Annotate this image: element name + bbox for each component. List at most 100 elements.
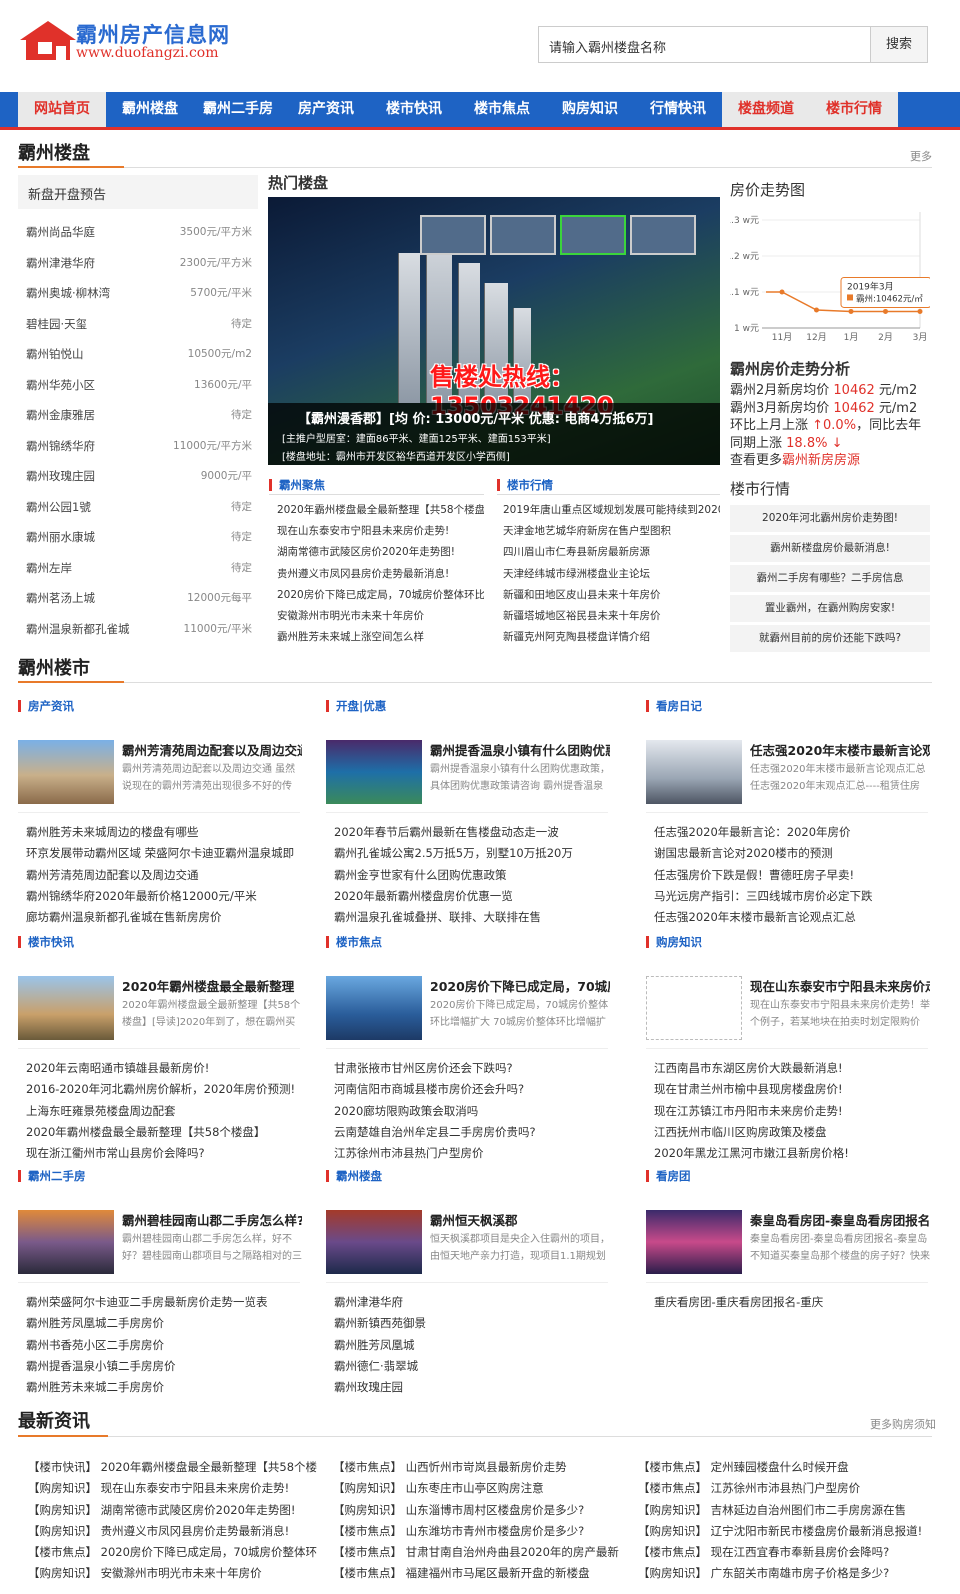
tab-focus[interactable]: 霸州聚焦 xyxy=(269,479,325,491)
latest-item[interactable]: 【楼市焦点】 山东潍坊市青州市楼盘房价是多少? xyxy=(333,1521,638,1542)
list-item[interactable]: 现在浙江衢州市常山县房价会降吗? xyxy=(26,1143,306,1164)
slide-thumb[interactable] xyxy=(490,215,556,255)
more-listings-link[interactable]: 霸州新房房源 xyxy=(782,453,860,468)
list-item[interactable]: 2020年霸州楼盘最全最新整理【共58个楼盘】 xyxy=(277,500,484,521)
latest-item[interactable]: 【购房知识】 安徽滁州市明光市未来十年房价 xyxy=(28,1563,333,1584)
list-item[interactable]: 甘肃张掖市甘州区房价还会下跌吗? xyxy=(334,1058,614,1079)
block-tab[interactable]: 楼市焦点 xyxy=(326,936,382,948)
list-item[interactable]: 2016-2020年河北霸州房价解析，2020年房价预测! xyxy=(26,1079,306,1100)
list-item[interactable]: 现在江苏镇江市丹阳市未来房价走势! xyxy=(654,1101,934,1122)
presale-item[interactable]: 霸州铂悦山 10500元/m2 xyxy=(18,339,258,370)
block-thumbnail[interactable] xyxy=(18,740,114,804)
list-item[interactable]: 马光远房产指引：三四线城市房价必定下跌 xyxy=(654,886,934,907)
list-item[interactable]: 2020年云南昭通市镇雄县最新房价! xyxy=(26,1058,306,1079)
list-item[interactable]: 霸州芳清苑周边配套以及周边交通 xyxy=(26,865,306,886)
block-headline[interactable]: 霸州恒天枫溪郡 xyxy=(430,1210,610,1229)
latest-item[interactable]: 【楼市焦点】 福建福州市马尾区最新开盘的新楼盘 xyxy=(333,1563,638,1584)
latest-item[interactable]: 【楼市焦点】 江苏徐州市沛县热门户型房价 xyxy=(638,1478,934,1499)
list-item[interactable]: 2020廊坊限购政策会取消吗 xyxy=(334,1101,614,1122)
list-item[interactable]: 新疆和田地区皮山县未来十年房价 xyxy=(503,585,720,606)
list-item[interactable]: 廊坊霸州温泉新都孔雀城在售新房房价 xyxy=(26,907,306,928)
list-item[interactable]: 置业霸州，在霸州购房安家! xyxy=(730,595,930,622)
latest-item[interactable]: 【楼市焦点】 2020房价下降已成定局，70城房价整体环 xyxy=(28,1542,333,1563)
list-item[interactable]: 霸州金亨世家有什么团购优惠政策 xyxy=(334,865,614,886)
list-item[interactable]: 霸州锦绣华府2020年最新价格12000元/平米 xyxy=(26,886,306,907)
presale-item[interactable]: 霸州尚品华庭 3500元/平方米 xyxy=(18,217,258,248)
presale-item[interactable]: 霸州丽水康城 待定 xyxy=(18,522,258,553)
latest-item[interactable]: 【购房知识】 山东枣庄市山亭区购房注意 xyxy=(333,1478,638,1499)
list-item[interactable]: 霸州提香温泉小镇二手房房价 xyxy=(26,1356,306,1377)
latest-item[interactable]: 【购房知识】 辽宁沈阳市新民市楼盘房价最新消息报道! xyxy=(638,1521,934,1542)
list-item[interactable]: 云南楚雄自治州牟定县二手房房价贵吗? xyxy=(334,1122,614,1143)
list-item[interactable]: 2020年河北霸州房价走势图! xyxy=(730,505,930,532)
list-item[interactable]: 霸州玫瑰庄园 xyxy=(334,1377,614,1398)
presale-item[interactable]: 霸州温泉新都孔雀城 11000元/平米 xyxy=(18,614,258,645)
list-item[interactable]: 江苏徐州市沛县热门户型房价 xyxy=(334,1143,614,1164)
block-headline[interactable]: 现在山东泰安市宁阳县未来房价走 xyxy=(750,976,930,995)
block-headline[interactable]: 秦皇岛看房团-秦皇岛看房团报名- xyxy=(750,1210,930,1229)
block-tab[interactable]: 霸州二手房 xyxy=(18,1170,86,1182)
block-tab[interactable]: 楼市快讯 xyxy=(18,936,74,948)
nav-hangqing[interactable]: 行情快讯 xyxy=(634,92,722,127)
latest-item[interactable]: 【楼市焦点】 定州臻园楼盘什么时候开盘 xyxy=(638,1457,934,1478)
list-item[interactable]: 河南信阳市商城县楼市房价还会升吗? xyxy=(334,1079,614,1100)
latest-item[interactable]: 【楼市焦点】 现在江西宜春市奉新县房价会降吗? xyxy=(638,1542,934,1563)
block-tab[interactable]: 房产资讯 xyxy=(18,700,74,712)
nav-jiaodian[interactable]: 楼市焦点 xyxy=(458,92,546,127)
more-link[interactable]: 更多购房须知 xyxy=(870,1416,936,1432)
list-item[interactable]: 2020年霸州楼盘最全最新整理【共58个楼盘】 xyxy=(26,1122,306,1143)
nav-loupan-channel[interactable]: 楼盘频道 xyxy=(722,92,810,127)
list-item[interactable]: 2020房价下降已成定局，70城房价整体环比增 xyxy=(277,585,484,606)
slide-thumb[interactable] xyxy=(630,215,696,255)
slide-thumb[interactable] xyxy=(420,215,486,255)
presale-item[interactable]: 霸州津港华府 2300元/平方米 xyxy=(18,248,258,279)
nav-loupan[interactable]: 霸州楼盘 xyxy=(106,92,194,127)
block-tab[interactable]: 看房日记 xyxy=(646,700,702,712)
latest-item[interactable]: 【楼市焦点】 甘肃甘南自治州舟曲县2020年的房产最新 xyxy=(333,1542,638,1563)
latest-item[interactable]: 【购房知识】 贵州遵义市凤冈县房价走势最新消息! xyxy=(28,1521,333,1542)
list-item[interactable]: 霸州孔雀城公寓2.5万抵5万，别墅10万抵20万 xyxy=(334,843,614,864)
tab-market[interactable]: 楼市行情 xyxy=(497,479,553,491)
list-item[interactable]: 霸州荣盛阿尔卡迪亚二手房最新房价走势一览表 xyxy=(26,1292,306,1313)
list-item[interactable]: 霸州新镇西苑御景 xyxy=(334,1313,614,1334)
presale-item[interactable]: 霸州金康雅居 待定 xyxy=(18,400,258,431)
latest-item[interactable]: 【购房知识】 山东淄博市周村区楼盘房价是多少? xyxy=(333,1500,638,1521)
block-tab[interactable]: 霸州楼盘 xyxy=(326,1170,382,1182)
presale-item[interactable]: 霸州公园1號 待定 xyxy=(18,492,258,523)
list-item[interactable]: 湖南常德市武陵区房价2020年走势图! xyxy=(277,542,484,563)
latest-item[interactable]: 【购房知识】 广东韶关市南雄市房子价格是多少? xyxy=(638,1563,934,1584)
block-headline[interactable]: 2020房价下降已成定局，70城房 xyxy=(430,976,610,995)
house-logo-icon[interactable] xyxy=(18,18,78,62)
list-item[interactable]: 霸州胜芳未来城二手房房价 xyxy=(26,1377,306,1398)
nav-ershoufang[interactable]: 霸州二手房 xyxy=(194,92,282,127)
list-item[interactable]: 任志强2020年最新言论：2020年房价 xyxy=(654,822,934,843)
latest-item[interactable]: 【购房知识】 现在山东泰安市宁阳县未来房价走势! xyxy=(28,1478,333,1499)
presale-item[interactable]: 碧桂园·天玺 待定 xyxy=(18,309,258,340)
list-item[interactable]: 任志强2020年末楼市最新言论观点汇总 xyxy=(654,907,934,928)
presale-item[interactable]: 霸州华苑小区 13600元/平 xyxy=(18,370,258,401)
presale-item[interactable]: 霸州玫瑰庄园 9000元/平 xyxy=(18,461,258,492)
block-headline[interactable]: 霸州芳清苑周边配套以及周边交通 xyxy=(122,740,302,759)
list-item[interactable]: 江西南昌市东湖区房价大跌最新消息! xyxy=(654,1058,934,1079)
list-item[interactable]: 霸州胜芳未来城上涨空间怎么样 xyxy=(277,627,484,648)
list-item[interactable]: 现在山东泰安市宁阳县未来房价走势! xyxy=(277,521,484,542)
list-item[interactable]: 新疆克州阿克陶县楼盘详情介绍 xyxy=(503,627,720,648)
list-item[interactable]: 霸州德仁·翡翠城 xyxy=(334,1356,614,1377)
block-tab[interactable]: 看房团 xyxy=(646,1170,691,1182)
latest-item[interactable]: 【楼市焦点】 山西忻州市岢岚县最新房价走势 xyxy=(333,1457,638,1478)
nav-zixun[interactable]: 房产资讯 xyxy=(282,92,370,127)
list-item[interactable]: 霸州津港华府 xyxy=(334,1292,614,1313)
nav-zhishi[interactable]: 购房知识 xyxy=(546,92,634,127)
search-button[interactable]: 搜索 xyxy=(870,26,928,63)
list-item[interactable]: 谢国忠最新言论对2020楼市的预测 xyxy=(654,843,934,864)
block-thumbnail[interactable] xyxy=(18,1210,114,1274)
block-thumbnail[interactable] xyxy=(646,976,742,1040)
list-item[interactable]: 霸州胜芳凤凰城 xyxy=(334,1335,614,1356)
block-headline[interactable]: 任志强2020年末楼市最新言论观点 xyxy=(750,740,930,759)
presale-item[interactable]: 霸州左岸 待定 xyxy=(18,553,258,584)
list-item[interactable]: 新疆塔城地区裕民县未来十年房价 xyxy=(503,606,720,627)
list-item[interactable]: 霸州新楼盘房价最新消息! xyxy=(730,535,930,562)
list-item[interactable]: 江西抚州市临川区购房政策及楼盘 xyxy=(654,1122,934,1143)
slide-thumb-active[interactable] xyxy=(560,215,626,255)
list-item[interactable]: 天津经纬城市绿洲楼盘业主论坛 xyxy=(503,564,720,585)
